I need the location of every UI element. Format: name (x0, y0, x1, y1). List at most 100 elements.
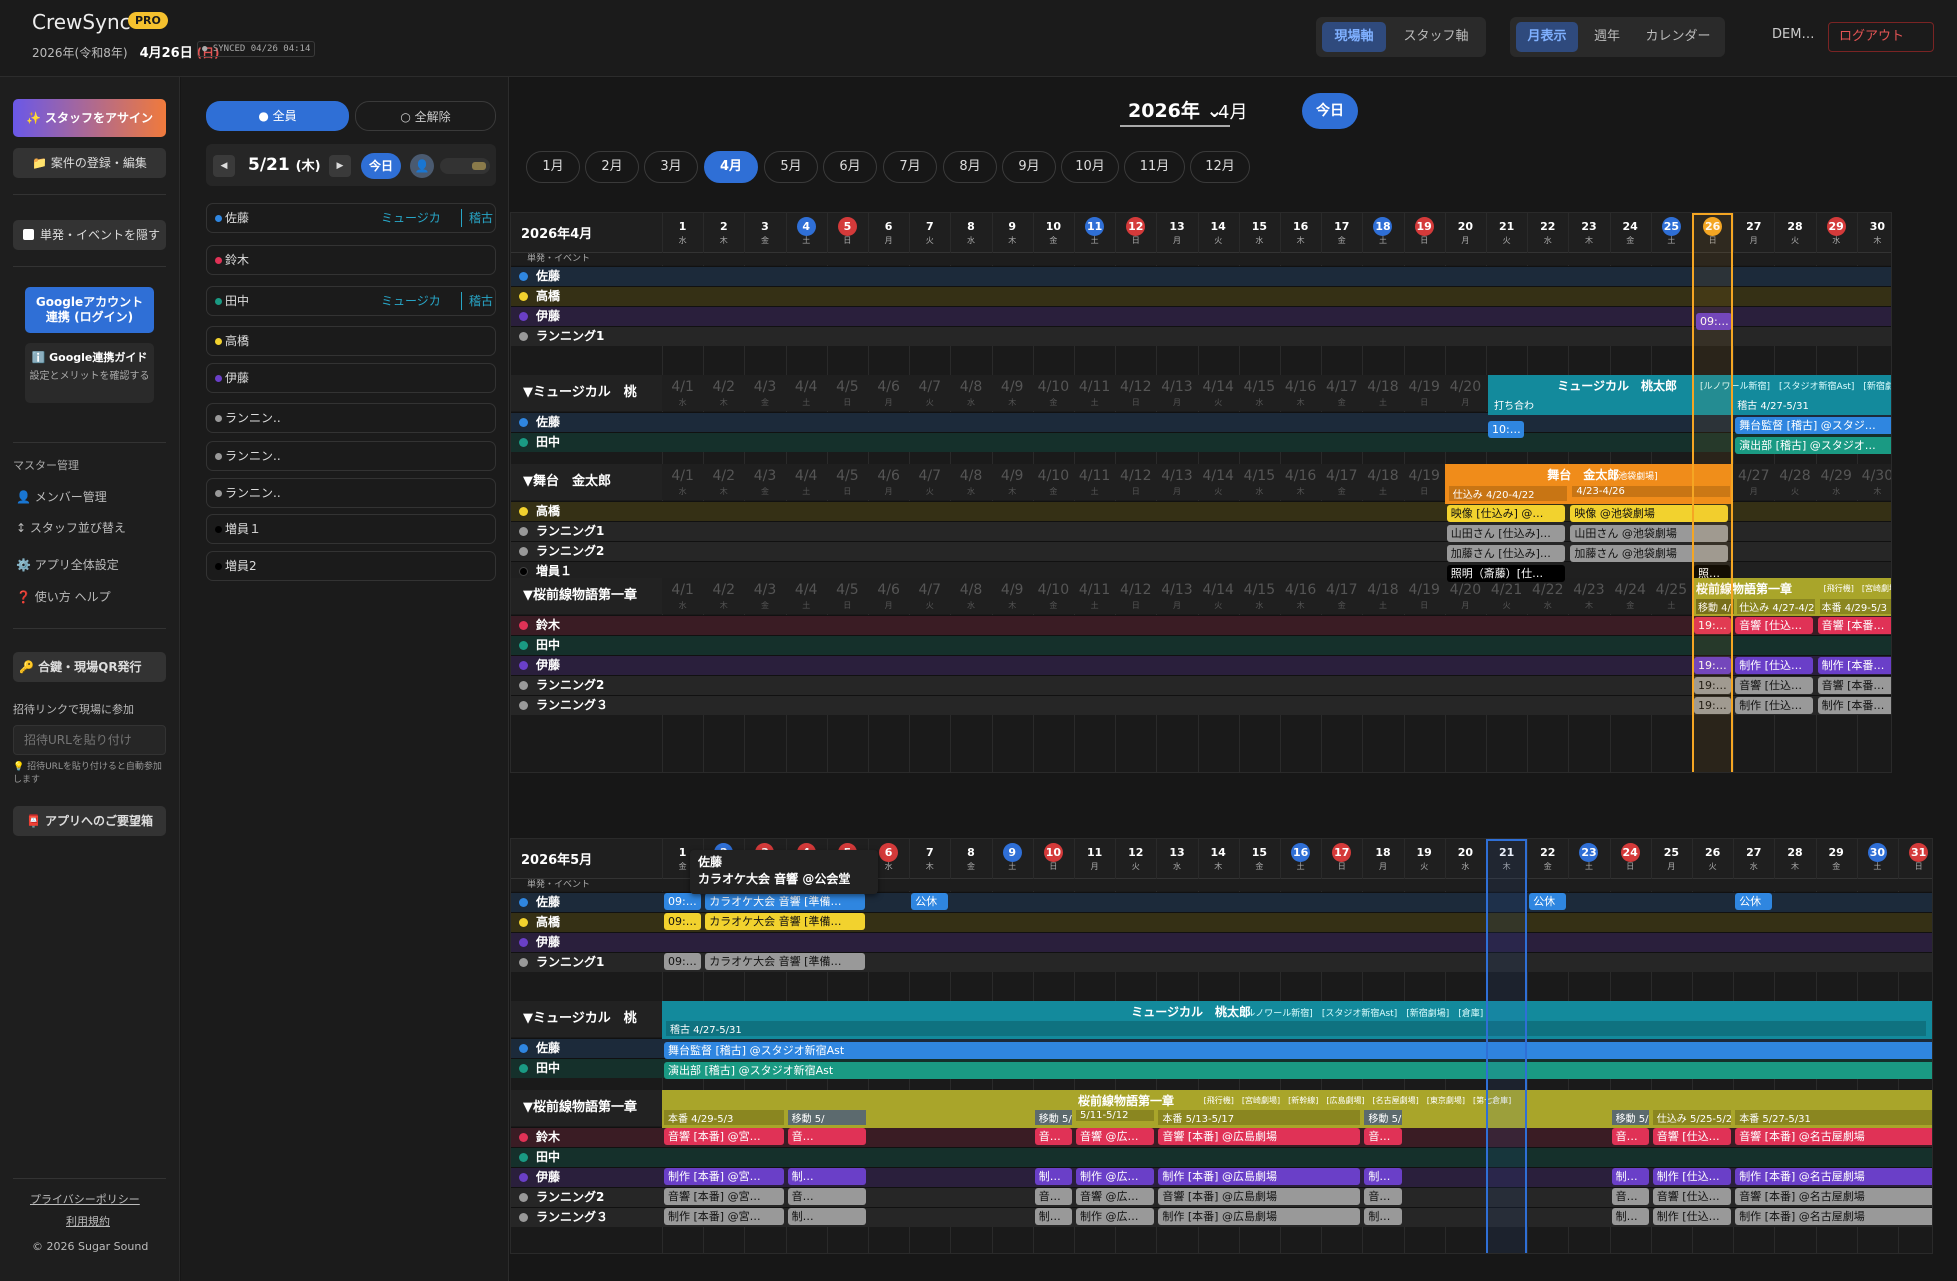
assignment-chip[interactable]: 制… (787, 1208, 866, 1225)
day-header[interactable]: 15 水 (1239, 217, 1280, 245)
assignment-chip[interactable]: 制… (1611, 1168, 1649, 1185)
month-tab[interactable]: 9月 (1002, 151, 1056, 183)
staff-row-label[interactable]: 高橋 (511, 286, 662, 306)
google-guide-card[interactable]: ℹ️ Google連携ガイド 設定とメリットを確認する (25, 343, 154, 403)
assign-staff-button[interactable]: ✨ スタッフをアサイン (13, 99, 166, 137)
day-header[interactable]: 20 月 (1445, 217, 1486, 245)
person-row[interactable]: 増員2 (206, 551, 496, 581)
time-chip[interactable]: 09:… (664, 953, 701, 970)
day-header[interactable]: 15 金 (1239, 843, 1280, 871)
day-header[interactable]: 12 日 (1115, 217, 1156, 245)
hide-events-toggle[interactable]: 単発・イベントを隠す (13, 220, 166, 250)
assignment-chip[interactable]: 舞台監督 [稽古] @スタジオ新宿Ast (664, 1042, 1932, 1059)
day-header[interactable]: 11 土 (1074, 217, 1115, 245)
assignment-chip[interactable]: カラオケ大会 音響 [準備… (705, 913, 866, 930)
assignment-chip[interactable]: 制作 [仕込… (1735, 657, 1814, 674)
assignment-chip[interactable]: 音響 [本番… (1817, 617, 1891, 634)
day-header[interactable]: 17 日 (1321, 843, 1362, 871)
day-header[interactable]: 31 日 (1898, 843, 1932, 871)
axis-site-button[interactable]: 現場軸 (1322, 22, 1386, 52)
assignment-chip[interactable]: 照明（斎藤）[仕… (1446, 565, 1565, 582)
time-chip[interactable]: 10:… (1488, 421, 1524, 438)
axis-staff-button[interactable]: スタッフ軸 (1392, 22, 1480, 52)
day-header[interactable]: 8金 (950, 843, 991, 871)
invite-url-input[interactable] (13, 725, 166, 755)
assignment-chip[interactable]: 音… (787, 1188, 866, 1205)
terms-link[interactable]: 利用規約 (66, 1213, 110, 1229)
day-header[interactable]: 18 月 (1362, 843, 1403, 871)
person-row[interactable]: ランニン.. (206, 441, 496, 471)
staff-sort-link[interactable]: ↕ スタッフ並び替え (16, 519, 126, 536)
month-tab[interactable]: 3月 (644, 151, 698, 183)
assignment-chip[interactable]: 制作 [本番] @名古屋劇場 (1735, 1168, 1932, 1185)
assignment-chip[interactable]: カラオケ大会 音響 [準備… (705, 953, 866, 970)
checkbox-icon[interactable] (23, 229, 34, 240)
day-header[interactable]: 19 火 (1404, 843, 1445, 871)
assignment-chip[interactable]: 音… (1611, 1128, 1649, 1145)
person-row[interactable]: 増員１ (206, 514, 496, 544)
day-header[interactable]: 3金 (744, 217, 785, 245)
assignment-chip[interactable]: 音響 [本番] @名古屋劇場 (1735, 1128, 1932, 1145)
view-month-button[interactable]: 月表示 (1516, 22, 1578, 52)
assignment-chip[interactable]: 制… (1364, 1208, 1402, 1225)
project-header[interactable]: ▼桜前線物語第一章 (511, 1090, 662, 1126)
day-header[interactable]: 2木 (703, 217, 744, 245)
day-header[interactable]: 21 火 (1486, 217, 1527, 245)
person-project-tag[interactable]: ミュージカ (381, 204, 441, 232)
day-header[interactable]: 22 金 (1527, 843, 1568, 871)
assignment-chip[interactable]: 音響 [仕込… (1735, 617, 1814, 634)
assignment-chip[interactable]: 山田さん [仕込み]… (1446, 525, 1565, 542)
assignment-chip[interactable]: 制… (1034, 1208, 1072, 1225)
day-header[interactable]: 14 木 (1198, 843, 1239, 871)
day-header[interactable]: 30 木 (1857, 217, 1891, 245)
help-link[interactable]: ❓ 使い方 ヘルプ (16, 588, 111, 605)
assignment-chip[interactable]: 制… (1364, 1168, 1402, 1185)
day-header[interactable]: 7火 (909, 217, 950, 245)
day-header[interactable]: 19 日 (1404, 217, 1445, 245)
staff-row-label[interactable]: 高橋 (511, 501, 662, 521)
day-header[interactable]: 14 火 (1198, 217, 1239, 245)
google-link-button[interactable]: Googleアカウント 連携 (ログイン) (25, 287, 154, 333)
month-tab[interactable]: 12月 (1190, 151, 1250, 183)
person-row[interactable]: 伊藤 (206, 363, 496, 393)
assignment-chip[interactable]: 音響 [本番… (1817, 677, 1891, 694)
staff-row-label[interactable]: ランニング2 (511, 1187, 662, 1207)
qr-issue-button[interactable]: 🔑 合鍵・現場QR発行 (13, 652, 166, 682)
day-header[interactable]: 8水 (950, 217, 991, 245)
staff-row-label[interactable]: 鈴木 (511, 615, 662, 635)
day-header[interactable]: 13 月 (1156, 217, 1197, 245)
staff-row-label[interactable]: 伊藤 (511, 306, 662, 326)
view-week-button[interactable]: 週年 (1582, 22, 1632, 52)
staff-row-label[interactable]: 高橋 (511, 912, 662, 932)
assignment-chip[interactable]: 制作 [仕込… (1735, 697, 1814, 714)
day-header[interactable]: 4土 (786, 217, 827, 245)
assignment-chip[interactable]: 制作 @広… (1076, 1168, 1155, 1185)
assignment-chip[interactable]: カラオケ大会 音響 [準備… (705, 893, 866, 910)
assignment-chip[interactable]: 制… (1034, 1168, 1072, 1185)
panel-today-button[interactable]: 今日 (361, 153, 401, 179)
assignment-chip[interactable]: 制… (787, 1168, 866, 1185)
staff-row-label[interactable]: ランニング1 (511, 521, 662, 541)
month-tab[interactable]: 8月 (943, 151, 997, 183)
member-manage-link[interactable]: 👤 メンバー管理 (16, 488, 107, 505)
person-row[interactable]: 佐藤 ミュージカ 稽古 (206, 203, 496, 233)
staff-row-label[interactable]: ランニング３ (511, 1207, 662, 1227)
staff-row-label[interactable]: ランニング３ (511, 695, 662, 715)
assignment-chip[interactable]: 演出部 [稽古] @スタジオ新宿Ast (664, 1062, 1932, 1079)
day-header[interactable]: 28 火 (1774, 217, 1815, 245)
staff-row-label[interactable]: 田中 (511, 432, 662, 452)
assignment-chip[interactable]: 音… (1034, 1188, 1072, 1205)
today-button[interactable]: 今日 (1302, 93, 1358, 129)
day-header[interactable]: 22 水 (1527, 217, 1568, 245)
project-header[interactable]: ▼桜前線物語第一章 (511, 578, 662, 614)
assignment-chip[interactable]: 音響 [仕込… (1652, 1128, 1732, 1145)
day-header[interactable]: 5日 (827, 217, 868, 245)
staff-row-label[interactable]: 佐藤 (511, 892, 662, 912)
staff-row-label[interactable]: 伊藤 (511, 932, 662, 952)
assignment-chip[interactable]: 音響 [本番] @宮… (664, 1128, 784, 1145)
staff-row-label[interactable]: 伊藤 (511, 1167, 662, 1187)
day-header[interactable]: 29 金 (1816, 843, 1857, 871)
assignment-chip[interactable]: 音… (1034, 1128, 1072, 1145)
person-status-tag[interactable]: 稽古 (469, 204, 493, 232)
year-select[interactable]: 2026年 ⌄ (1120, 96, 1231, 127)
